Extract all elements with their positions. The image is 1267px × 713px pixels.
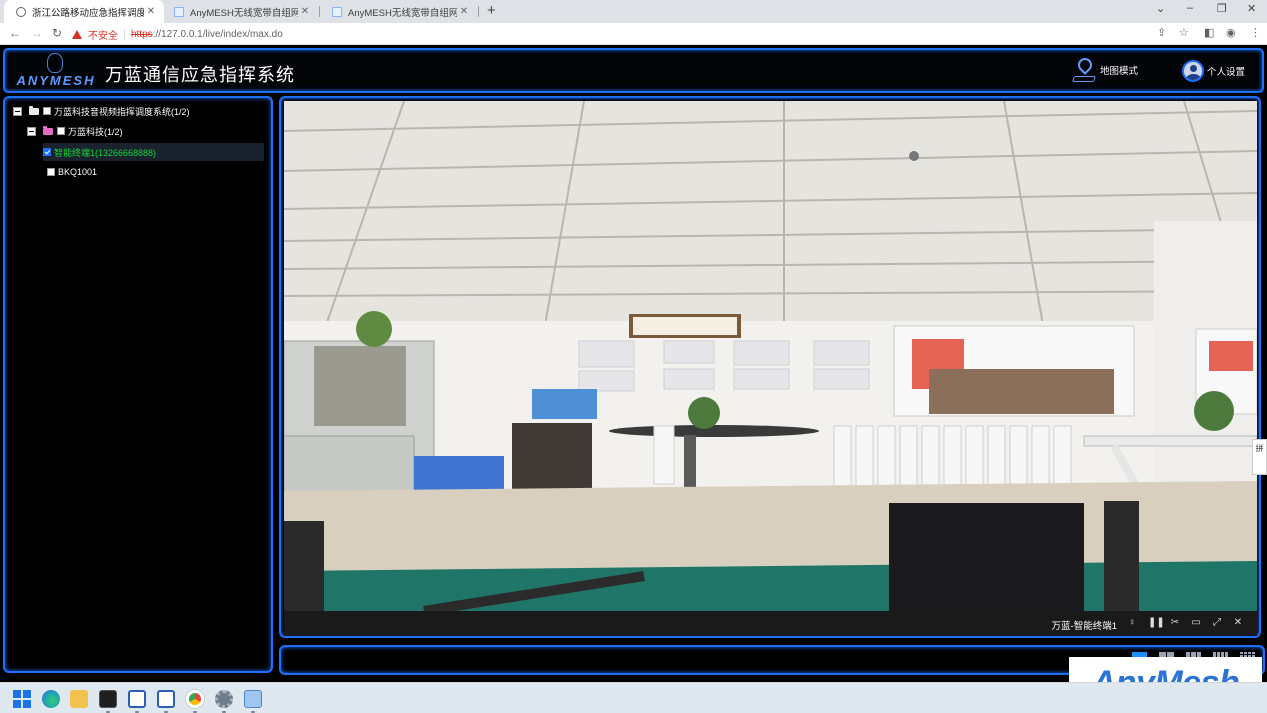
profile-icon[interactable]: ◉ [1226,26,1236,39]
personal-settings-button[interactable]: 个人设置 [1182,60,1245,82]
tab-title: AnyMESH无线宽带自组网管理系 [190,7,298,19]
device-label: BKQ1001 [58,167,98,177]
app-root: ANYMESH 万蓝通信应急指挥系统 地图模式 个人设置 万蓝科技音视频指挥调度… [0,46,1267,682]
tree-checkbox[interactable] [43,107,51,115]
tree-group-label: 万蓝科技(1/2) [68,126,123,137]
settings-gear-icon[interactable] [215,690,233,708]
device-checkbox[interactable] [47,168,55,176]
browser-tabstrip: 浙江公路移动应急指挥调度系统 ✕ AnyMESH无线宽带自组网管理系 ✕ Any… [0,0,1267,23]
tab-divider [478,6,479,17]
collapse-icon[interactable] [13,106,22,116]
video-panel: 万蓝-智能终端1 ♀ ❚❚ ✂ ▭ ⤢ ✕ [279,96,1261,638]
file-explorer-icon[interactable] [70,690,88,708]
browser-tab-1[interactable]: 浙江公路移动应急指挥调度系统 ✕ [4,0,164,23]
warning-icon [72,29,82,39]
fullscreen-icon[interactable]: ⤢ [1211,617,1223,629]
back-icon[interactable]: ← [9,26,21,40]
folder-open-icon [29,105,39,115]
share-icon[interactable]: ⇪ [1157,26,1166,39]
chrome-icon[interactable] [186,690,204,708]
mic-icon[interactable]: ♀ [1126,617,1138,629]
tree-checkbox[interactable] [57,127,65,135]
terminal-icon[interactable] [99,690,117,708]
tab-search-icon[interactable]: ⌄ [1156,2,1165,15]
tab-title: AnyMESH无线宽带自组网管理系 [348,7,457,19]
remote-desktop-icon[interactable] [244,690,262,708]
restore-icon[interactable]: ❐ [1217,2,1227,15]
browser-tab-3[interactable]: AnyMESH无线宽带自组网管理系 ✕ [320,0,477,23]
close-tab-icon[interactable]: ✕ [298,6,312,17]
ime-label: 拼 [1255,444,1264,453]
device-checkbox[interactable] [43,148,51,156]
close-icon[interactable]: ✕ [1232,617,1244,629]
windows-taskbar [0,682,1267,713]
tree-root[interactable]: 万蓝科技音视频指挥调度系统(1/2) [13,102,190,120]
close-tab-icon[interactable]: ✕ [144,6,158,17]
url-divider [124,28,125,40]
side-panel-icon[interactable]: ◧ [1204,26,1214,39]
logo-mark-icon [47,53,63,73]
app-header: ANYMESH 万蓝通信应急指挥系统 地图模式 个人设置 [3,48,1264,93]
app-title: 万蓝通信应急指挥系统 [105,65,295,85]
security-label: 不安全 [88,30,118,42]
tree-device-item[interactable]: BKQ1001 [47,163,97,181]
snapshot-icon[interactable]: ✂ [1169,617,1181,629]
record-icon[interactable]: ▭ [1190,617,1202,629]
video-title: 万蓝-智能终端1 [1051,621,1117,632]
page-icon [174,6,184,17]
edge-browser-icon[interactable] [42,690,60,708]
map-pin-icon [1071,55,1097,83]
map-mode-button[interactable]: 地图模式 [1071,55,1139,83]
device-tree-panel: 万蓝科技音视频指挥调度系统(1/2) 万蓝科技(1/2) 智能终端1(13266… [3,96,273,673]
user-avatar-icon [1182,60,1204,82]
map-mode-label: 地图模式 [1100,66,1139,77]
menu-kebab-icon[interactable]: ⋮ [1250,26,1261,39]
bookmark-star-icon[interactable]: ☆ [1179,26,1189,39]
video-control-bar: 万蓝-智能终端1 ♀ ❚❚ ✂ ▭ ⤢ ✕ [284,611,1257,636]
minimize-icon[interactable]: – [1187,2,1193,14]
window-app-icon[interactable] [128,690,146,708]
page-icon [332,6,342,17]
browser-toolbar: ← → ↻ 不安全 https ://127.0.0.1/live/index/… [0,23,1267,45]
ime-side-handle[interactable]: 拼 [1252,439,1267,475]
folder-open-icon [43,125,53,135]
collapse-icon[interactable] [27,126,36,136]
video-frame-image [284,101,1257,611]
reload-icon[interactable]: ↻ [52,26,62,40]
tree-root-label: 万蓝科技音视频指挥调度系统(1/2) [54,106,190,117]
url-path: ://127.0.0.1/live/index/max.do [152,28,283,40]
logo-text: ANYMESH [16,73,96,88]
anymesh-logo: ANYMESH [15,53,97,91]
close-tab-icon[interactable]: ✕ [457,6,471,17]
window-app-icon[interactable] [157,690,175,708]
settings-label: 个人设置 [1207,67,1246,78]
browser-tab-2[interactable]: AnyMESH无线宽带自组网管理系 ✕ [162,0,318,23]
url-scheme: https [131,28,153,40]
tree-group[interactable]: 万蓝科技(1/2) [27,122,123,140]
new-tab-icon[interactable]: + [487,2,496,19]
tree-device-item[interactable]: 智能终端1(13266668888) [43,143,264,161]
pause-icon[interactable]: ❚❚ [1148,617,1165,629]
tab-title: 浙江公路移动应急指挥调度系统 [32,7,144,19]
window-close-icon[interactable]: ✕ [1247,2,1256,15]
globe-icon [16,6,26,17]
device-label: 智能终端1(13266668888) [54,147,157,158]
address-bar[interactable]: 不安全 https ://127.0.0.1/live/index/max.do [72,25,1162,43]
forward-icon[interactable]: → [31,26,43,40]
windows-start-icon[interactable] [13,690,31,708]
live-video-feed[interactable] [284,101,1257,611]
